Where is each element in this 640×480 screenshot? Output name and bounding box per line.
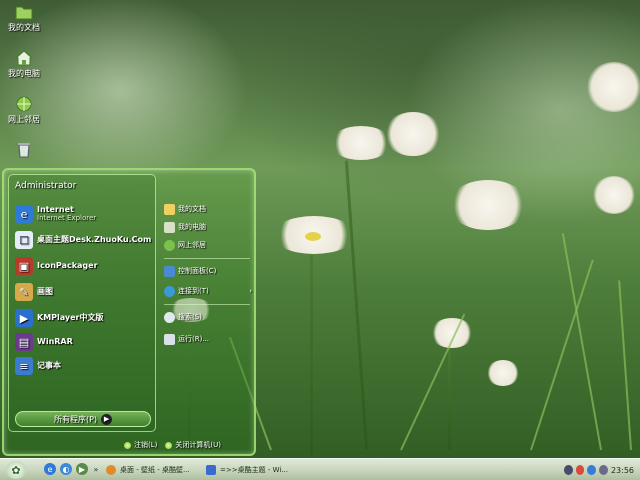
- taskbar: ✿ e ◐ ▶ » 桌面 - 壁纸 - 桌酷壁... =>>桌酷主题 - Wi.…: [0, 458, 640, 480]
- taskbar-item-browser[interactable]: 桌面 - 壁纸 - 桌酷壁...: [104, 462, 200, 478]
- program-title: 画图: [37, 286, 53, 296]
- menu-item-label: 网上邻居: [178, 241, 206, 249]
- user-name: Administrator: [15, 181, 77, 191]
- network-status-icon[interactable]: [564, 465, 573, 475]
- windows-logo-icon: ✿: [11, 463, 21, 477]
- control-panel-icon: [164, 265, 175, 277]
- desktop-icon-label: 我的电脑: [8, 69, 40, 78]
- network-icon: [16, 96, 32, 112]
- folder-icon: [15, 6, 33, 20]
- desktop-icon-my-computer[interactable]: 我的电脑: [2, 50, 46, 79]
- desktop-icon-label: 我的文档: [8, 23, 40, 32]
- logoff-icon: [124, 441, 131, 449]
- program-title: 桌面主题Desk.ZhuoKu.Com: [37, 234, 152, 244]
- clock[interactable]: 23:56: [611, 466, 634, 475]
- menu-item-label: 控制面板(C): [178, 267, 217, 275]
- input-method-icon[interactable]: [587, 465, 597, 475]
- program-desk-theme[interactable]: ☐ 桌面主题Desk.ZhuoKu.Com: [15, 229, 153, 251]
- desktop-icon-network[interactable]: 网上邻居: [2, 96, 46, 125]
- start-menu: Administrator e Internet Internet Explor…: [2, 168, 256, 456]
- program-kmplayer[interactable]: ▶ KMPlayer中文版: [15, 307, 153, 329]
- media-player-icon[interactable]: ▶: [76, 463, 88, 475]
- all-programs-label: 所有程序(P): [53, 414, 98, 424]
- system-tray: 23:56: [560, 459, 640, 480]
- taskbar-item-label: 桌面 - 壁纸 - 桌酷壁...: [120, 466, 190, 474]
- program-title: 记事本: [37, 360, 61, 370]
- paint-icon: ✎: [15, 283, 33, 301]
- menu-item-search[interactable]: 搜索(S): [164, 310, 252, 324]
- computer-icon: [164, 221, 175, 233]
- show-desktop-icon[interactable]: ◐: [60, 463, 72, 475]
- internet-explorer-icon: e: [15, 205, 33, 223]
- search-icon: [164, 311, 175, 323]
- program-iconpackager[interactable]: ▣ IconPackager: [15, 255, 153, 277]
- menu-item-label: 我的电脑: [178, 223, 206, 231]
- power-icon: [165, 441, 173, 449]
- menu-item-run[interactable]: 运行(R)...: [164, 332, 252, 346]
- shutdown-label: 关闭计算机(U): [175, 441, 221, 449]
- desktop-icon-label: 网上邻居: [8, 115, 40, 124]
- menu-separator: [164, 304, 250, 305]
- connect-icon: [164, 285, 175, 297]
- folder-icon: [164, 203, 175, 215]
- network-icon: [164, 239, 175, 251]
- all-programs-button[interactable]: 所有程序(P) ▶: [15, 411, 151, 427]
- desktop-icon-recycle-bin[interactable]: [2, 142, 46, 160]
- internet-explorer-icon[interactable]: e: [44, 463, 56, 475]
- logoff-label: 注销(L): [134, 441, 158, 449]
- start-button[interactable]: ✿: [6, 461, 26, 479]
- iconpackager-icon: ▣: [15, 257, 33, 275]
- menu-item-network[interactable]: 网上邻居: [164, 238, 252, 252]
- chevron-right-icon: ›: [249, 287, 252, 295]
- winrar-icon: ▤: [15, 333, 33, 351]
- antivirus-icon[interactable]: [575, 465, 585, 475]
- menu-item-label: 我的文档: [178, 205, 206, 213]
- theme-icon: ☐: [15, 231, 33, 249]
- program-title: IconPackager: [37, 260, 98, 270]
- arrow-right-icon: ▶: [101, 413, 113, 425]
- computer-icon: [15, 50, 33, 66]
- menu-item-control-panel[interactable]: 控制面板(C): [164, 264, 252, 278]
- menu-item-label: 搜索(S): [178, 313, 202, 321]
- kmplayer-icon: ▶: [15, 309, 33, 327]
- document-icon: [206, 465, 216, 475]
- program-internet-explorer[interactable]: e Internet Internet Explorer: [15, 203, 153, 225]
- start-menu-footer: 注销(L) 关闭计算机(U): [124, 438, 254, 452]
- notepad-icon: ≡: [15, 357, 33, 375]
- program-title: WinRAR: [37, 336, 73, 346]
- logoff-button[interactable]: 注销(L): [124, 440, 157, 450]
- menu-item-my-documents[interactable]: 我的文档: [164, 202, 252, 216]
- recycle-bin-icon: [18, 143, 30, 158]
- menu-separator: [164, 258, 250, 259]
- menu-item-label: 连接到(T): [178, 287, 209, 295]
- menu-item-label: 运行(R)...: [178, 335, 210, 343]
- taskbar-item-document[interactable]: =>>桌酷主题 - Wi...: [204, 462, 304, 478]
- menu-item-my-computer[interactable]: 我的电脑: [164, 220, 252, 234]
- menu-item-connect-to[interactable]: 连接到(T) ›: [164, 284, 252, 298]
- program-winrar[interactable]: ▤ WinRAR: [15, 331, 153, 353]
- program-subtitle: Internet Explorer: [37, 213, 97, 222]
- volume-icon[interactable]: [599, 465, 608, 475]
- start-menu-programs-pane: Administrator e Internet Internet Explor…: [8, 174, 156, 432]
- program-paint[interactable]: ✎ 画图: [15, 281, 153, 303]
- program-notepad[interactable]: ≡ 记事本: [15, 355, 153, 377]
- program-title: KMPlayer中文版: [37, 312, 104, 322]
- run-icon: [164, 333, 175, 345]
- desktop-icon-my-documents[interactable]: 我的文档: [2, 4, 46, 33]
- browser-icon: [106, 465, 116, 475]
- taskbar-item-label: =>>桌酷主题 - Wi...: [220, 466, 288, 474]
- chevron-double-right-icon[interactable]: »: [90, 463, 102, 475]
- shutdown-button[interactable]: 关闭计算机(U): [165, 440, 221, 450]
